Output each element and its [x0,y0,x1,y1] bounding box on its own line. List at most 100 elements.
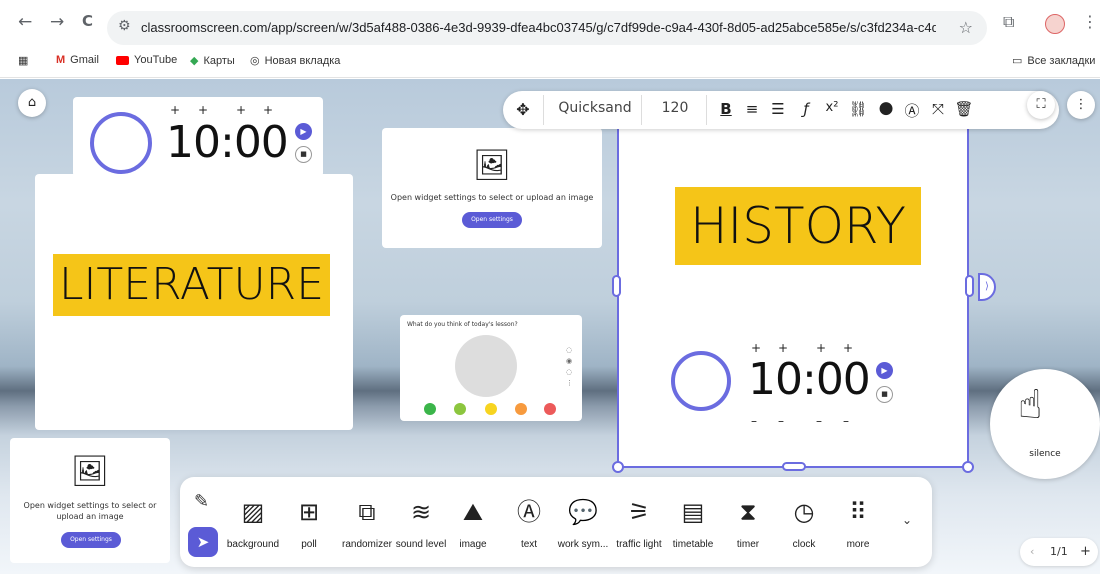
collapse-icon[interactable]: ⤧ [927,100,949,118]
list-icon[interactable]: ☰ [767,100,789,118]
selection-outline [617,123,969,468]
forward-button[interactable]: → [50,14,64,31]
image-icon: 🖼 [70,454,110,489]
clock-icon: ◷ [793,498,815,526]
tool-image[interactable]: ⛰ image [442,497,504,550]
increment-button[interactable]: + [198,103,208,117]
timer-widget-left[interactable]: + + + + 10:00 ▶ ■ [73,97,323,177]
divider [706,95,707,125]
widget-dock: ✎ ➤ ▨ background ⊞ poll ⧉ randomizer ≋ sound… [180,477,932,567]
resize-handle-right[interactable] [965,275,974,297]
address-bar[interactable]: ⚙ classroomscreen.com/app/screen/w/3d5af… [107,11,987,45]
resize-handle-left[interactable] [612,275,621,297]
grid-icon: ⠿ [849,498,867,526]
stop-button[interactable]: ■ [295,146,312,163]
tool-timetable[interactable]: ▤ timetable [662,497,724,550]
function-icon[interactable]: ƒ [795,100,817,118]
face-happy-icon[interactable] [454,403,466,415]
prev-page-button[interactable]: ‹ [1030,545,1034,558]
resize-handle-corner[interactable] [612,461,624,473]
poll-widget[interactable]: What do you think of today's lesson? ◌ ◉ ◌… [400,315,582,421]
browser-menu-icon[interactable]: ⋮ [1082,14,1098,30]
tool-clock[interactable]: ◷ clock [773,497,835,550]
back-button[interactable]: ← [18,14,32,31]
superscript-icon[interactable]: x² [821,100,843,115]
side-tab[interactable]: ⟩ [978,273,996,301]
delete-icon[interactable]: 🗑 [953,100,975,118]
font-size-input[interactable]: 120 [653,100,697,116]
play-button[interactable]: ▶ [295,123,312,140]
bookmark-gmail[interactable]: M Gmail [56,54,99,66]
tool-background[interactable]: ▨ background [222,497,284,550]
image-widget-message: Open widget settings to select or upload… [390,193,594,202]
globe-icon: ◎ [250,55,260,67]
chevron-down-icon[interactable]: ⌄ [902,513,912,527]
face-very-happy-icon[interactable] [424,403,436,415]
bookmark-maps[interactable]: ◆ Карты [190,54,235,68]
tool-text[interactable]: Ⓐtext [498,497,560,550]
tool-timer[interactable]: ⧗ timer [717,497,779,550]
tool-poll[interactable]: ⊞ poll [278,497,340,550]
poll-chart [455,335,517,397]
bookmark-star-icon[interactable]: ☆ [959,18,973,37]
tool-more[interactable]: ⠿ more [827,497,889,550]
site-settings-icon[interactable]: ⚙ [118,18,131,34]
all-bookmarks[interactable]: ▭ Все закладки [1012,54,1095,68]
image-icon: ⛰ [462,498,484,526]
tool-randomizer[interactable]: ⧉ randomizer [336,497,398,550]
fullscreen-button[interactable]: ⛶ [1027,91,1055,119]
increment-button[interactable]: + [236,103,246,117]
color-picker-icon[interactable]: ● [875,98,897,118]
image-widget-small[interactable]: 🖼 Open widget settings to select or uplo… [10,438,170,563]
font-select[interactable]: Quicksand [555,100,635,116]
poll-controls[interactable]: ◌ ◉ ◌ ⋮ [566,345,573,389]
highlight-icon[interactable]: Ⓐ [901,100,923,121]
open-settings-button[interactable]: Open settings [462,212,522,228]
tool-work-symbols[interactable]: 💬 work sym... [552,497,614,550]
open-settings-button[interactable]: Open settings [61,532,121,548]
align-icon[interactable]: ≡ [741,100,763,118]
image-icon: 🖼 [472,148,512,183]
page-navigator: ‹ 1/1 + [1020,538,1098,566]
apps-icon[interactable]: ▦ [18,54,28,67]
randomizer-icon: ⧉ [358,498,376,526]
increment-button[interactable]: + [263,103,273,117]
bookmark-new-tab[interactable]: ◎ Новая вкладка [250,54,340,68]
reload-button[interactable]: C [82,14,93,29]
extensions-icon[interactable]: ⧉ [1003,14,1014,30]
select-tool-button[interactable]: ➤ [188,527,218,557]
resize-handle-bottom[interactable] [782,462,806,471]
youtube-icon [116,55,129,65]
traffic-light-icon: ⚞ [628,498,650,526]
face-very-sad-icon[interactable] [544,403,556,415]
background-icon: ▨ [241,498,265,526]
timer-display: 10:00 [166,117,289,168]
add-page-button[interactable]: + [1080,544,1091,559]
more-options-button[interactable]: ⋮ [1067,91,1095,119]
move-icon[interactable]: ✥ [511,100,535,119]
increment-button[interactable]: + [170,103,180,117]
url-text: classroomscreen.com/app/screen/w/3d5af48… [141,20,936,35]
draw-icon[interactable]: ✎ [194,491,209,512]
bold-icon[interactable]: B [715,100,737,118]
face-neutral-icon[interactable] [485,403,497,415]
bookmark-youtube[interactable]: YouTube [116,54,177,66]
silence-widget[interactable]: ☝ silence [990,369,1100,479]
browser-chrome: ← → C ⚙ classroomscreen.com/app/screen/w… [0,0,1100,78]
home-button[interactable]: ⌂ [18,89,46,117]
face-sad-icon[interactable] [515,403,527,415]
classroom-stage: ⌂ + + + + 10:00 ▶ ■ – – – – LITERATURE 🖼… [0,79,1100,574]
resize-handle-corner[interactable] [962,461,974,473]
image-widget[interactable]: 🖼 Open widget settings to select or uplo… [382,128,602,248]
profile-avatar[interactable] [1045,14,1065,34]
link-icon[interactable]: ⛓ [847,100,869,118]
text-widget-literature[interactable]: LITERATURE [35,174,353,430]
tool-traffic-light[interactable]: ⚞ traffic light [608,497,670,550]
poll-icon: ⊞ [298,498,320,526]
maps-icon: ◆ [190,55,199,67]
work-symbols-icon: 💬 [568,498,598,526]
format-toolbar: ✥ Quicksand 120 B ≡ ☰ ƒ x² ⛓ ● Ⓐ ⤧ 🗑 [503,91,1059,129]
gmail-icon: M [56,54,66,66]
text-literature[interactable]: LITERATURE [53,254,330,316]
silence-label: silence [1029,449,1061,459]
